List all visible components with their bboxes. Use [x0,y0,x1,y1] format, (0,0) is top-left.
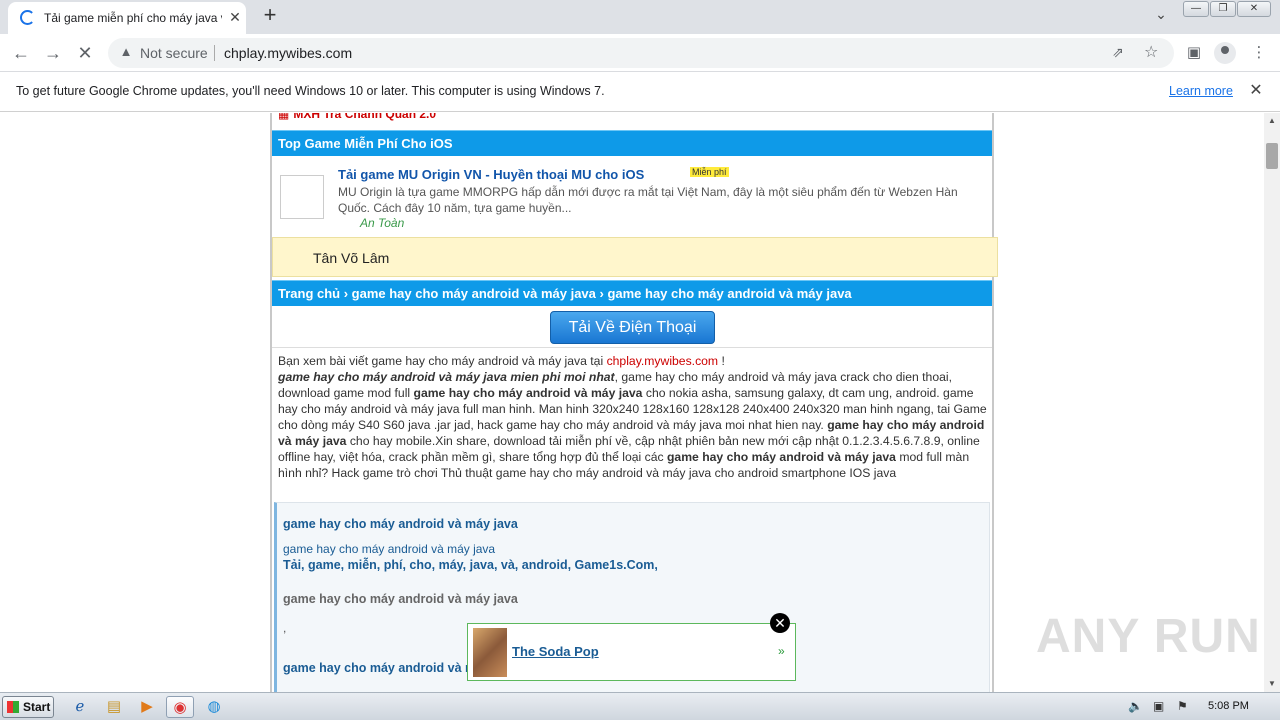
side-panel-icon[interactable]: ▣ [1182,41,1206,65]
file-explorer-icon[interactable]: ▤ [100,696,128,718]
tag-box-subheading: game hay cho máy android và máy java [283,542,496,556]
browser-tab[interactable]: Tải game miễn phí cho máy java và a ✕ [8,2,246,34]
menu-kebab-icon[interactable]: ⋮ [1247,41,1271,65]
game-list-item[interactable]: Tải game MU Origin VN - Huyền thoại MU c… [272,157,992,237]
window-maximize-button[interactable]: ❐ [1210,1,1236,17]
edge-icon[interactable]: ◍ [200,696,228,718]
vertical-scrollbar[interactable]: ▲ ▼ [1264,113,1280,692]
window-minimize-button[interactable]: — [1183,1,1209,17]
page-container: ▦ MXH Trà Chanh Quán 2.0 Top Game Miễn Ph… [270,113,998,692]
back-arrow-icon[interactable]: ← [8,40,34,66]
scrollbar-thumb[interactable] [1266,143,1278,169]
new-tab-button[interactable]: + [258,4,282,28]
share-icon[interactable]: ⇗ [1112,44,1124,61]
learn-more-link[interactable]: Learn more [1169,84,1233,98]
top-link[interactable]: ▦ MXH Trà Chanh Quán 2.0 [278,113,436,121]
game-description: MU Origin là tựa game MMORPG hấp dẫn mới… [338,185,958,215]
action-center-flag-icon[interactable]: ⚑ [1177,699,1188,713]
page-viewport: ▦ MXH Trà Chanh Quán 2.0 Top Game Miễn Ph… [0,113,1264,692]
watermark-logo: ANY RUN [1036,610,1261,663]
safe-label: An Toàn [360,216,405,230]
top-link-text: MXH Trà Chanh Quán 2.0 [293,113,437,121]
update-infobar: To get future Google Chrome updates, you… [0,72,1280,112]
ad-banner[interactable]: The Soda Pop » [467,623,796,681]
address-bar[interactable]: ▲ Not secure chplay.mywibes.com ⇗ ☆ [108,38,1174,68]
not-secure-label[interactable]: Not secure [140,45,208,61]
url-text[interactable]: chplay.mywibes.com [224,45,352,61]
window-close-button[interactable]: ✕ [1237,1,1271,17]
article-intro: Bạn xem bài viết game hay cho máy androi… [278,354,607,368]
ad-image[interactable] [473,628,507,677]
windows-logo-icon [7,701,19,713]
infobar-message: To get future Google Chrome updates, you… [16,84,605,98]
loading-spinner-icon [20,10,35,25]
ios-section-header: Top Game Miễn Phí Cho iOS [272,130,992,156]
windows-taskbar: Start ℯ ▤ ▶ ◉ ◍ 🔈 ▣ ⚑ 5:08 PM [0,692,1280,720]
article-bold-4: game hay cho máy android và máy java [666,450,896,464]
ad-arrow-icon[interactable]: » [778,644,785,658]
profile-avatar-icon[interactable] [1214,42,1236,64]
ad-close-icon[interactable]: ✕ [770,613,790,633]
start-label: Start [23,700,51,714]
download-section: Tải Về Điện Thoại [272,306,992,348]
game-thumbnail[interactable] [280,175,324,219]
breadcrumb[interactable]: Trang chủ › game hay cho máy android và … [272,280,992,306]
address-separator [214,45,215,61]
warning-icon: ▲ [119,44,133,59]
scroll-down-icon[interactable]: ▼ [1264,676,1280,692]
network-icon[interactable]: ▣ [1153,699,1164,713]
tab-search-icon[interactable]: ⌄ [1150,6,1172,28]
browser-toolbar: ← → ✕ ▲ Not secure chplay.mywibes.com ⇗ … [0,34,1280,72]
forward-arrow-icon[interactable]: → [40,40,66,66]
article-body: Bạn xem bài viết game hay cho máy androi… [278,353,990,481]
article-intro-end: ! [718,354,725,368]
start-button[interactable]: Start [2,696,54,718]
bookmark-star-icon[interactable]: ☆ [1144,42,1158,62]
tag-box-heading[interactable]: game hay cho máy android và máy java [283,517,518,531]
article-bold-1: game hay cho máy android và máy java mie… [278,370,615,384]
free-badge: Miễn phí [690,167,729,177]
notice-box[interactable]: Tân Võ Lâm [272,237,998,277]
media-player-icon[interactable]: ▶ [133,696,161,718]
site-link[interactable]: chplay.mywibes.com [607,354,719,368]
infobar-close-icon[interactable]: ✕ [1246,81,1266,101]
volume-icon[interactable]: 🔈 [1128,699,1143,713]
link-icon: ▦ [278,113,290,121]
chrome-icon[interactable]: ◉ [166,696,194,718]
article-bold-2: game hay cho máy android và máy java [413,386,643,400]
tab-title: Tải game miễn phí cho máy java và a [44,11,222,25]
notice-text: Tân Võ Lâm [313,250,390,266]
tag-box-heading-2: game hay cho máy android và máy java [283,592,518,606]
tag-list[interactable]: Tải, game, miễn, phí, cho, máy, java, và… [283,558,658,572]
tag-box-separator: , [283,621,287,635]
scroll-up-icon[interactable]: ▲ [1264,113,1280,129]
game-title-link[interactable]: Tải game MU Origin VN - Huyền thoại MU c… [338,167,644,182]
taskbar-clock[interactable]: 5:08 PM [1208,700,1249,712]
download-button[interactable]: Tải Về Điện Thoại [550,311,715,344]
stop-loading-icon[interactable]: ✕ [72,40,98,66]
internet-explorer-icon[interactable]: ℯ [66,696,94,718]
tab-close-icon[interactable]: ✕ [226,8,244,26]
tab-strip: Tải game miễn phí cho máy java và a ✕ + … [0,0,1280,34]
ad-title-link[interactable]: The Soda Pop [512,644,599,659]
